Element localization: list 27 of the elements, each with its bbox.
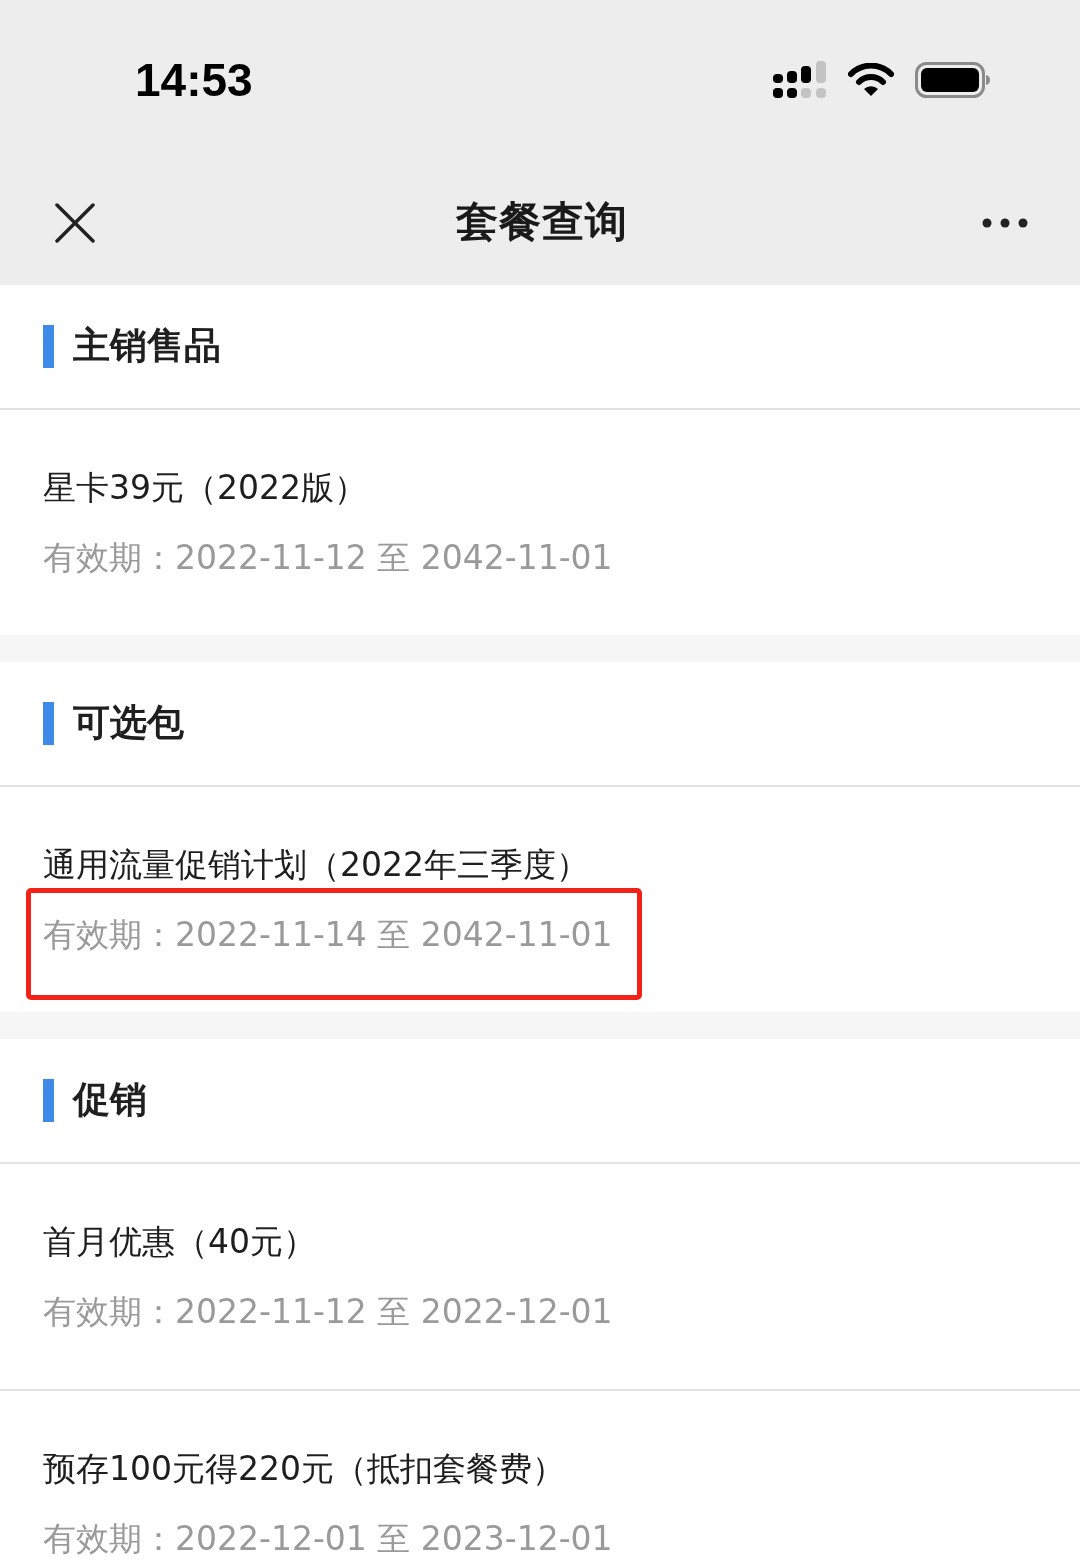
more-icon [982,217,1028,228]
signal-icon [773,61,827,99]
package-name: 预存100元得220元（抵扣套餐费） [43,1448,565,1490]
section-bar-icon [43,1079,54,1122]
validity-text: 有效期：2022-11-12 至 2022-12-01 [43,1291,613,1333]
package-item[interactable]: 通用流量促销计划（2022年三季度） 有效期：2022-11-14 至 2042-11-01 [0,787,1080,1012]
wifi-icon [848,63,894,97]
close-button[interactable] [55,202,95,243]
package-item[interactable]: 预存100元得220元（抵扣套餐费） 有效期：2022-12-01 至 2023-12-01 [0,1389,1080,1566]
close-icon [55,202,95,243]
section-title: 主销售品 [73,324,221,369]
package-name: 星卡39元（2022版） [43,467,367,509]
section-title: 可选包 [73,701,184,746]
section-bar-icon [43,325,54,368]
package-name: 首月优惠（40元） [43,1221,316,1263]
battery-icon [915,62,991,98]
status-time: 14:53 [135,57,253,103]
package-item[interactable]: 星卡39元（2022版） 有效期：2022-11-12 至 2042-11-01 [0,410,1080,635]
package-item[interactable]: 首月优惠（40元） 有效期：2022-11-12 至 2022-12-01 [0,1164,1080,1389]
section-title: 促销 [73,1078,147,1123]
package-name: 通用流量促销计划（2022年三季度） [43,844,589,886]
validity-text: 有效期：2022-11-14 至 2042-11-01 [43,914,613,956]
validity-text: 有效期：2022-12-01 至 2023-12-01 [43,1518,613,1560]
more-button[interactable] [982,217,1028,228]
section-bar-icon [43,702,54,745]
validity-text: 有效期：2022-11-12 至 2042-11-01 [43,537,613,579]
page-title: 套餐查询 [455,197,628,248]
